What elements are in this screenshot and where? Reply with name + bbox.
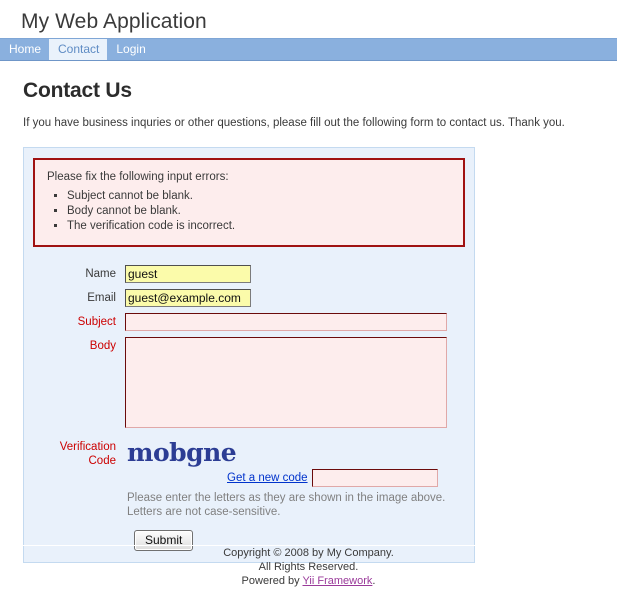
site-footer: Copyright © 2008 by My Company. All Righ…	[0, 545, 617, 588]
footer-copyright: Copyright © 2008 by My Company.	[223, 547, 394, 559]
email-label: Email	[87, 292, 116, 304]
error-list-item: The verification code is incorrect.	[67, 219, 453, 234]
form-row-verification: Verification Code mobgne Get a new code …	[33, 438, 465, 519]
form-row-subject: Subject	[33, 313, 465, 331]
captcha-image: mobgne	[127, 438, 237, 467]
nav-item-contact[interactable]: Contact	[49, 39, 108, 60]
nav-item-home[interactable]: Home	[0, 39, 49, 60]
site-title: My Web Application	[21, 10, 207, 33]
footer-powered-by: Powered by Yii Framework.	[0, 574, 617, 588]
refresh-captcha-link[interactable]: Get a new code	[227, 472, 308, 484]
subject-label: Subject	[77, 316, 116, 328]
error-summary-title: Please fix the following input errors:	[47, 171, 229, 183]
verification-label-line1: Verification	[59, 441, 116, 453]
captcha-hint-line2: Letters are not case-sensitive.	[127, 506, 281, 518]
form-row-body: Body	[33, 337, 465, 428]
name-label: Name	[85, 268, 116, 280]
email-input[interactable]	[125, 289, 251, 307]
verification-code-label: Verification Code	[33, 438, 125, 468]
verification-code-input[interactable]	[311, 469, 438, 487]
powered-by-prefix: Powered by	[241, 575, 303, 587]
intro-paragraph: If you have business inquries or other q…	[23, 117, 565, 129]
captcha-hint-line1: Please enter the letters as they are sho…	[127, 492, 446, 504]
powered-by-suffix: .	[372, 575, 376, 587]
body-textarea[interactable]	[125, 337, 447, 428]
nav-item-login[interactable]: Login	[107, 39, 153, 60]
page-title: Contact Us	[23, 79, 132, 102]
captcha-controls: Get a new code	[125, 469, 445, 487]
site-header: My Web Application	[0, 0, 617, 38]
main-navigation: Home Contact Login	[0, 38, 617, 61]
subject-input[interactable]	[125, 313, 447, 331]
form-row-name: Name	[33, 265, 465, 283]
form-row-email: Email	[33, 289, 465, 307]
footer-rights: All Rights Reserved.	[258, 561, 359, 573]
main-content: Contact Us If you have business inquries…	[0, 61, 617, 563]
contact-form: Please fix the following input errors: S…	[23, 147, 475, 563]
error-list-item: Body cannot be blank.	[67, 204, 453, 219]
page-root: My Web Application Home Contact Login Co…	[0, 0, 617, 595]
verification-controls: mobgne Get a new code Please enter the l…	[125, 438, 445, 519]
name-input[interactable]	[125, 265, 251, 283]
error-list-item: Subject cannot be blank.	[67, 189, 453, 204]
yii-framework-link[interactable]: Yii Framework	[303, 575, 373, 587]
verification-label-line2: Code	[88, 455, 117, 467]
error-list: Subject cannot be blank. Body cannot be …	[45, 189, 453, 234]
body-label: Body	[89, 340, 116, 352]
error-summary: Please fix the following input errors: S…	[33, 158, 465, 247]
